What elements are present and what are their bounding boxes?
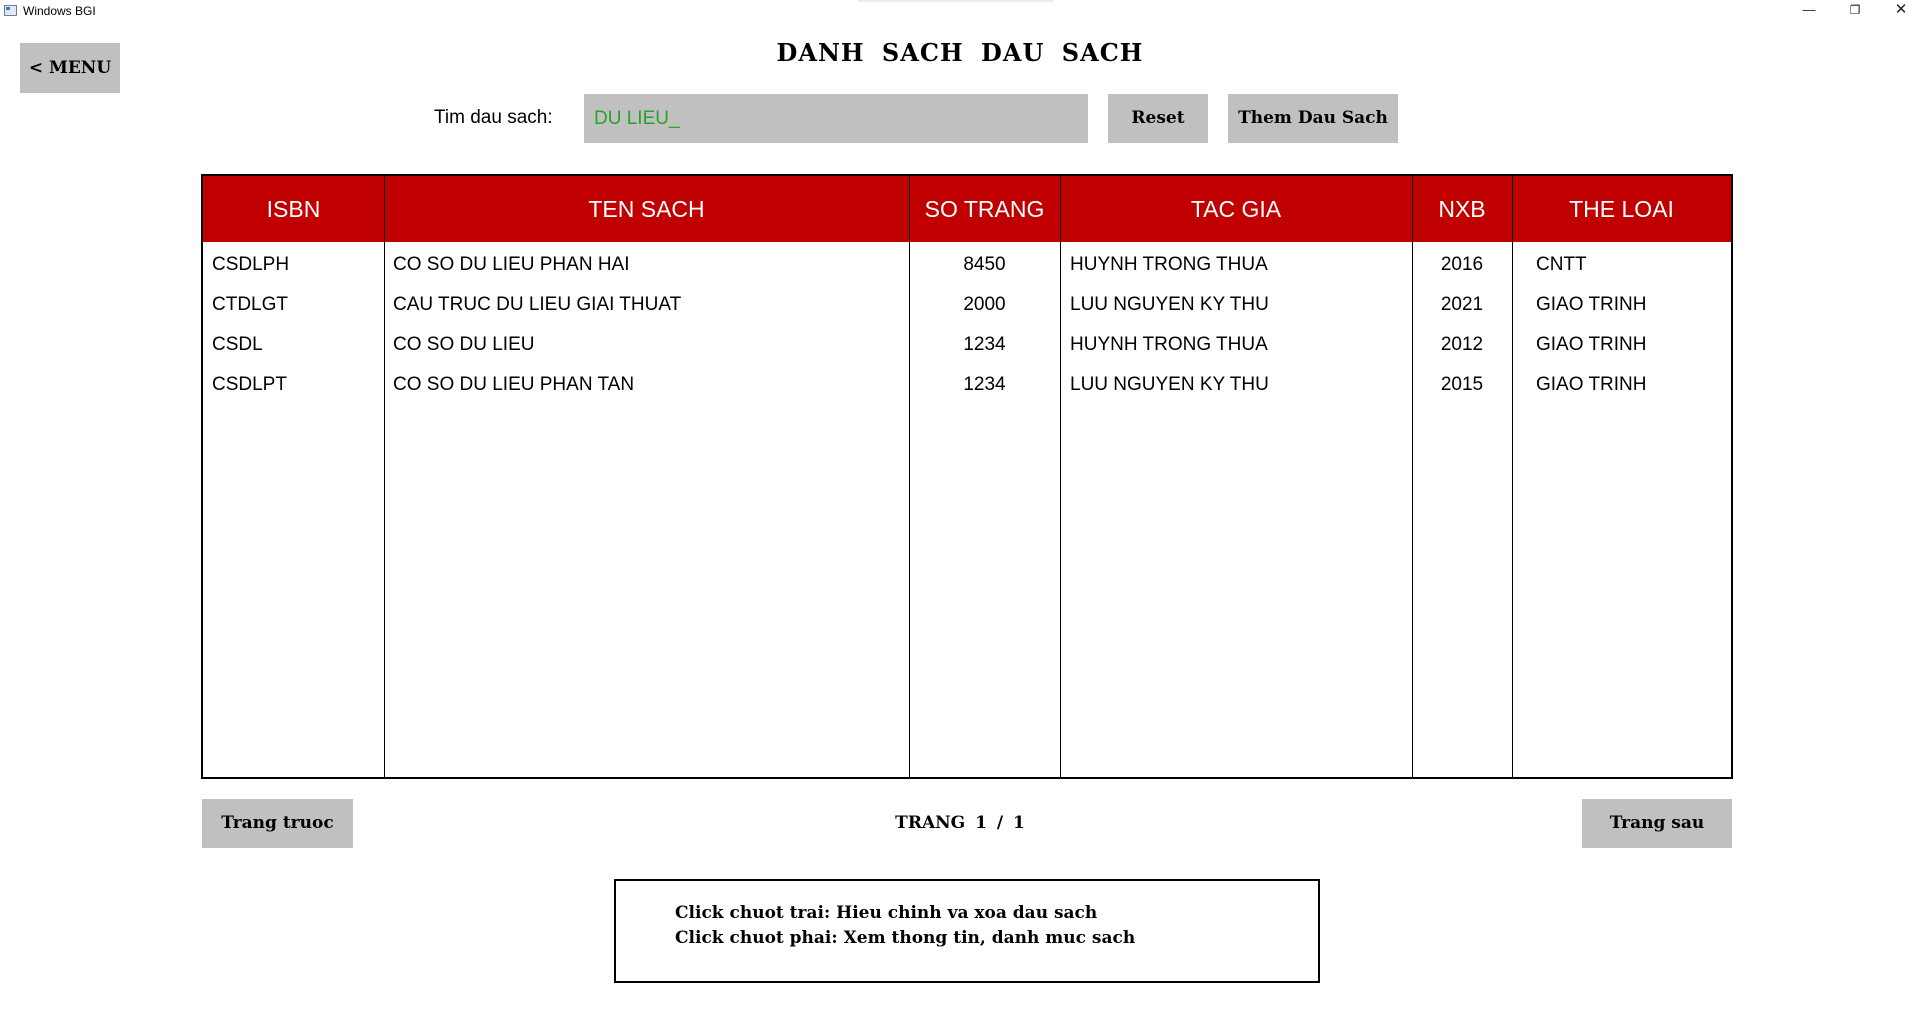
cell-nxb: 2015 [1440, 374, 1484, 395]
window-title: Windows BGI [23, 4, 96, 18]
table-row[interactable]: CTDLGT CAU TRUC DU LIEU GIAI THUAT 2000 … [203, 285, 1731, 325]
table-row[interactable]: CSDL CO SO DU LIEU 1234 HUYNH TRONG THUA… [203, 325, 1731, 365]
cell-ten-sach: CAU TRUC DU LIEU GIAI THUAT [393, 294, 682, 315]
cell-ten-sach: CO SO DU LIEU PHAN TAN [393, 374, 635, 395]
cell-the-loai: CNTT [1536, 254, 1587, 275]
add-title-button[interactable]: Them Dau Sach [1228, 94, 1398, 143]
search-label: Tim dau sach: [434, 107, 553, 128]
table-header: ISBN TEN SACH SO TRANG TAC GIA NXB THE L… [203, 176, 1731, 242]
search-input[interactable]: DU LIEU_ [584, 94, 1088, 143]
cell-so-trang: 8450 [963, 254, 1006, 275]
cell-the-loai: GIAO TRINH [1536, 334, 1647, 355]
reset-button[interactable]: Reset [1108, 94, 1208, 143]
cell-tac-gia: LUU NGUYEN KY THU [1070, 374, 1269, 395]
help-left-click-text: Click chuot trai: Hieu chinh va xoa dau … [675, 903, 1098, 923]
cell-the-loai: GIAO TRINH [1536, 294, 1647, 315]
cell-so-trang: 1234 [963, 334, 1006, 355]
bgi-window: Windows BGI — ❐ ✕ < MENU DANH SACH DAU S… [0, 0, 1920, 1032]
next-page-button[interactable]: Trang sau [1582, 799, 1732, 848]
cell-isbn: CSDL [212, 334, 263, 355]
book-title-table: ISBN TEN SACH SO TRANG TAC GIA NXB THE L… [201, 174, 1733, 779]
help-box: Click chuot trai: Hieu chinh va xoa dau … [614, 879, 1320, 983]
minimize-icon[interactable]: — [1786, 0, 1832, 22]
column-header-isbn: ISBN [266, 196, 321, 222]
table-row[interactable]: CSDLPH CO SO DU LIEU PHAN HAI 8450 HUYNH… [203, 245, 1731, 285]
page-title: DANH SACH DAU SACH [776, 38, 1144, 67]
cell-isbn: CSDLPT [212, 374, 287, 395]
column-header-the-loai: THE LOAI [1569, 196, 1674, 222]
maximize-icon[interactable]: ❐ [1832, 0, 1878, 22]
cell-isbn: CTDLGT [212, 294, 288, 315]
cell-isbn: CSDLPH [212, 254, 290, 275]
cell-tac-gia: HUYNH TRONG THUA [1070, 254, 1268, 275]
title-bar: Windows BGI — ❐ ✕ [0, 0, 1920, 22]
cell-nxb: 2012 [1440, 334, 1484, 355]
help-right-click-text: Click chuot phai: Xem thong tin, danh mu… [675, 928, 1136, 948]
cell-tac-gia: HUYNH TRONG THUA [1070, 334, 1268, 355]
table-row[interactable]: CSDLPT CO SO DU LIEU PHAN TAN 1234 LUU N… [203, 365, 1731, 405]
column-header-nxb: NXB [1438, 196, 1486, 222]
cell-so-trang: 2000 [963, 294, 1006, 315]
column-header-so-trang: SO TRANG [924, 196, 1045, 222]
cell-ten-sach: CO SO DU LIEU PHAN HAI [393, 254, 630, 275]
cell-ten-sach: CO SO DU LIEU [393, 334, 535, 355]
cell-nxb: 2016 [1440, 254, 1484, 275]
column-header-tac-gia: TAC GIA [1190, 196, 1282, 222]
column-header-ten-sach: TEN SACH [588, 196, 705, 222]
cell-the-loai: GIAO TRINH [1536, 374, 1647, 395]
cell-tac-gia: LUU NGUYEN KY THU [1070, 294, 1269, 315]
cell-so-trang: 1234 [963, 374, 1006, 395]
close-icon[interactable]: ✕ [1878, 0, 1920, 22]
cell-nxb: 2021 [1440, 294, 1484, 315]
app-icon [4, 5, 17, 16]
top-strip [858, 0, 1053, 2]
